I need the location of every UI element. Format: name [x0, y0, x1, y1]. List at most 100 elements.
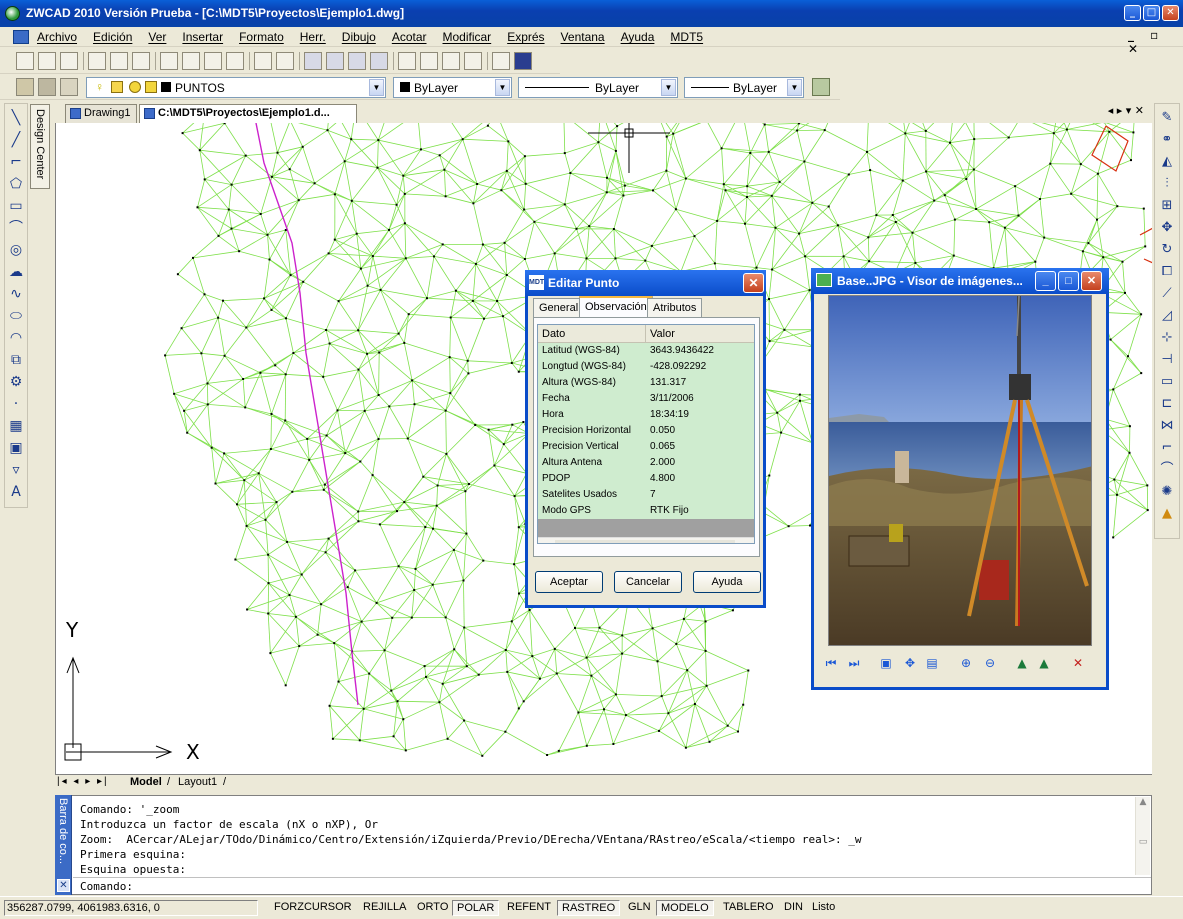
zoom-window-icon[interactable] — [348, 52, 366, 70]
ellipse-icon[interactable]: ⬭ — [8, 308, 24, 324]
line-icon[interactable]: ╲ — [8, 110, 24, 126]
offset-icon[interactable]: ⫶ — [1159, 176, 1175, 192]
grid-hscrollbar[interactable]: ◂ ▸ — [538, 537, 754, 543]
fit-window-icon[interactable]: ▣ — [878, 655, 894, 671]
grid-row[interactable]: Satelites Usados 7 — [538, 487, 754, 503]
copy-icon[interactable] — [182, 52, 200, 70]
menu-ayuda[interactable]: Ayuda — [621, 30, 663, 44]
scroll-thumb[interactable] — [555, 540, 735, 543]
layer-manager-icon[interactable] — [16, 78, 34, 96]
spline-icon[interactable]: ∿ — [8, 286, 24, 302]
menu-archivo[interactable]: Archivo — [37, 30, 85, 44]
close-button[interactable]: ✕ — [1081, 271, 1102, 291]
minimize-button[interactable]: _ — [1124, 5, 1141, 21]
menu-formato[interactable]: Formato — [239, 30, 292, 44]
status-toggle-tablero[interactable]: TABLERO — [719, 900, 778, 916]
tab-layout1[interactable]: Layout1 — [175, 776, 220, 788]
chevron-down-icon[interactable]: ▼ — [495, 79, 510, 96]
grid-row[interactable]: Latitud (WGS-84) 3643.9436422 — [538, 343, 754, 359]
actual-size-icon[interactable]: ✥ — [902, 655, 918, 671]
maximize-button[interactable]: □ — [1143, 5, 1160, 21]
match-properties-icon[interactable] — [226, 52, 244, 70]
close-button[interactable]: ✕ — [1162, 5, 1179, 21]
explode-icon[interactable]: ✺ — [1159, 484, 1175, 500]
layer-combo[interactable]: ♀ PUNTOS ▼ — [86, 77, 386, 98]
tab-atributos[interactable]: Atributos — [647, 298, 703, 318]
tab-ejemplo1[interactable]: C:\MDT5\Proyectos\Ejemplo1.d... — [139, 104, 357, 123]
scale-icon[interactable]: ⧠ — [1159, 264, 1175, 280]
polygon-icon[interactable]: ⬠ — [8, 176, 24, 192]
mirror-icon[interactable]: ◭ — [1159, 154, 1175, 170]
grid-row[interactable]: Fecha 3/11/2006 — [538, 391, 754, 407]
menu-modificar[interactable]: Modificar — [443, 30, 500, 44]
help-icon[interactable] — [514, 52, 532, 70]
scroll-left-icon[interactable]: ◂ — [539, 539, 553, 543]
dialog-title-bar[interactable]: MDT Editar Punto ✕ — [525, 270, 766, 296]
document-icon[interactable] — [13, 30, 29, 44]
minimize-button[interactable]: _ — [1035, 271, 1056, 291]
chevron-down-icon[interactable]: ▼ — [661, 79, 676, 96]
copy-object-icon[interactable]: ⚭ — [1159, 132, 1175, 148]
menu-insertar[interactable]: Insertar — [182, 30, 231, 44]
array-icon[interactable]: ⊞ — [1159, 198, 1175, 214]
menu-expr-s[interactable]: Exprés — [507, 30, 552, 44]
rotate-clockwise-icon[interactable]: ▲ — [1014, 655, 1030, 671]
command-input[interactable]: Comando: — [73, 877, 1151, 894]
ayuda-button[interactable]: Ayuda — [693, 571, 761, 593]
table-icon[interactable]: ▿ — [8, 462, 24, 478]
find-icon[interactable] — [492, 52, 510, 70]
arc-icon[interactable]: ⌒ — [8, 220, 24, 236]
maximize-button[interactable]: □ — [1058, 271, 1079, 291]
insert-block-icon[interactable]: ⧉ — [8, 352, 24, 368]
chamfer-icon[interactable]: ⌐ — [1159, 440, 1175, 456]
slideshow-icon[interactable]: ▤ — [924, 655, 940, 671]
ellipse-arc-icon[interactable]: ◠ — [8, 330, 24, 346]
revision-cloud-icon[interactable]: ☁ — [8, 264, 24, 280]
save-icon[interactable] — [60, 52, 78, 70]
zoom-previous-icon[interactable] — [370, 52, 388, 70]
design-center-tab[interactable]: Design Center — [30, 104, 50, 189]
tab-observacion[interactable]: Observación — [579, 296, 653, 318]
status-toggle-polar[interactable]: POLAR — [452, 900, 500, 916]
tool-palettes-icon[interactable] — [442, 52, 460, 70]
rotate-counterclockwise-icon[interactable]: ▲ — [1036, 655, 1052, 671]
close-button[interactable]: ✕ — [743, 273, 764, 293]
print-icon[interactable] — [88, 52, 106, 70]
rectangle-icon[interactable]: ▭ — [8, 198, 24, 214]
status-toggle-refent[interactable]: REFENT — [503, 900, 555, 916]
header-valor[interactable]: Valor — [650, 328, 675, 340]
menu-ventana[interactable]: Ventana — [561, 30, 613, 44]
menu-ver[interactable]: Ver — [148, 30, 174, 44]
trim-icon[interactable]: ⊹ — [1159, 330, 1175, 346]
zoom-realtime-icon[interactable] — [326, 52, 344, 70]
polyline-icon[interactable]: ⌐ — [8, 154, 24, 170]
grid-row[interactable]: Precision Horizontal 0.050 — [538, 423, 754, 439]
header-dato[interactable]: Dato — [542, 328, 565, 340]
point-icon[interactable]: · — [8, 396, 24, 412]
color-combo[interactable]: ByLayer ▼ — [393, 77, 512, 98]
publish-icon[interactable] — [132, 52, 150, 70]
menu-herr[interactable]: Herr. — [300, 30, 334, 44]
tab-model[interactable]: Model — [127, 776, 165, 788]
grid-row[interactable]: Precision Vertical 0.065 — [538, 439, 754, 455]
grid-row[interactable]: Hora 18:34:19 — [538, 407, 754, 423]
properties-icon[interactable] — [420, 52, 438, 70]
join-icon[interactable]: ⋈ — [1159, 418, 1175, 434]
viewer-title-bar[interactable]: Base..JPG - Visor de imágenes... _ □ ✕ — [811, 268, 1109, 294]
construction-line-icon[interactable]: ╱ — [8, 132, 24, 148]
delete-icon[interactable]: ✕ — [1070, 655, 1086, 671]
plot-style-icon[interactable] — [812, 78, 830, 96]
chevron-down-icon[interactable]: ▼ — [787, 79, 802, 96]
extend-icon[interactable]: ⊣ — [1159, 352, 1175, 368]
break-icon[interactable]: ▭ — [1159, 374, 1175, 390]
cut-icon[interactable] — [160, 52, 178, 70]
rotate-icon[interactable]: ↻ — [1159, 242, 1175, 258]
linetype-combo[interactable]: ByLayer ▼ — [518, 77, 678, 98]
design-center-icon[interactable] — [398, 52, 416, 70]
layers-icon[interactable] — [60, 78, 78, 96]
tab-general[interactable]: General — [533, 298, 585, 318]
command-scrollbar[interactable]: ▲ ▭ — [1135, 797, 1150, 875]
hatch-icon[interactable]: ▦ — [8, 418, 24, 434]
app-icon[interactable] — [5, 6, 20, 21]
menu-edici-n[interactable]: Edición — [93, 30, 140, 44]
